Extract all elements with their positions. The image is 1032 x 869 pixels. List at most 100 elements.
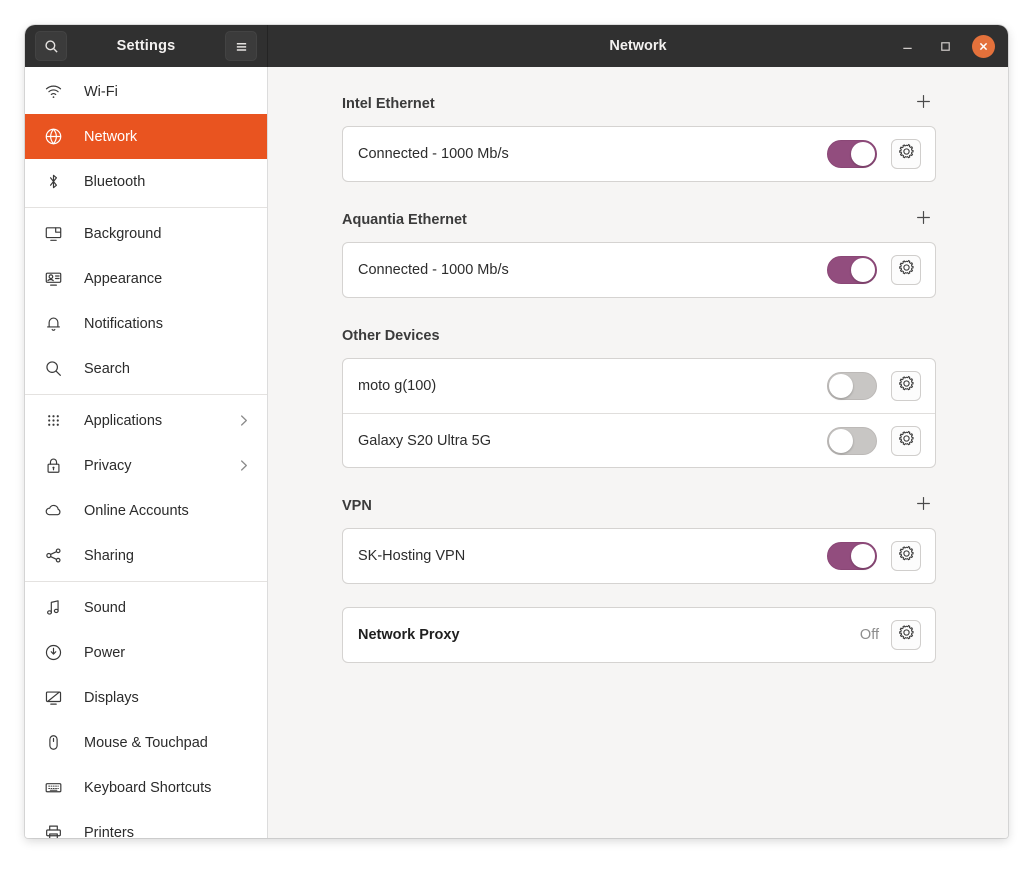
search-icon [42,358,64,380]
grid-dots-icon [42,410,64,432]
row-label: moto g(100) [358,378,437,394]
search-button[interactable] [35,31,67,61]
appearance-icon [42,268,64,290]
section-title: Intel Ethernet [342,96,435,112]
printer-icon [42,822,64,838]
connection-toggle[interactable] [827,426,877,455]
settings-gear-button[interactable] [891,620,921,650]
sidebar-item-sharing[interactable]: Sharing [25,533,267,578]
sidebar-item-label: Privacy [84,457,132,474]
sidebar-item-label: Network [84,128,138,145]
search-icon [44,39,58,53]
section-card-aquantia-ethernet: Connected - 1000 Mb/s [342,242,936,298]
connection-toggle[interactable] [827,372,877,400]
gear-icon [898,624,915,646]
toggle-knob [851,258,875,282]
gear-icon [898,430,915,452]
wifi-icon [42,81,64,103]
sidebar-item-notifications[interactable]: Notifications [25,301,267,346]
sidebar-item-applications[interactable]: Applications [25,398,267,443]
sidebar-separator [25,394,267,395]
sidebar-item-wi-fi[interactable]: Wi-Fi [25,69,267,114]
sidebar-item-sound[interactable]: Sound [25,585,267,630]
plus-icon [915,209,932,231]
bluetooth-icon [42,171,64,193]
sidebar-item-appearance[interactable]: Appearance [25,256,267,301]
toggle-knob [829,374,853,398]
settings-gear-button[interactable] [891,255,921,285]
section-card-vpn: SK-Hosting VPN [342,528,936,584]
mouse-icon [42,732,64,754]
section-card-intel-ethernet: Connected - 1000 Mb/s [342,126,936,182]
sidebar-item-keyboard-shortcuts[interactable]: Keyboard Shortcuts [25,765,267,810]
row-label: Connected - 1000 Mb/s [358,262,509,278]
sidebar-item-label: Keyboard Shortcuts [84,779,212,796]
sidebar-item-bluetooth[interactable]: Bluetooth [25,159,267,204]
sidebar-item-power[interactable]: Power [25,630,267,675]
settings-gear-button[interactable] [891,371,921,401]
table-row: Connected - 1000 Mb/s [343,127,935,181]
close-icon [979,42,988,50]
plus-icon [915,93,932,115]
sidebar-item-label: Sound [84,599,126,616]
settings-sidebar: Wi-Fi Network Bluetooth Background Appearanc… [25,67,268,838]
section-header-vpn: VPN [342,491,936,521]
content-header: Network [268,25,1008,67]
sidebar-item-label: Search [84,360,130,377]
sidebar-item-displays[interactable]: Displays [25,675,267,720]
gear-icon [898,375,915,397]
window-body: Wi-Fi Network Bluetooth Background Appearanc… [25,67,1008,838]
row-label: Connected - 1000 Mb/s [358,146,509,162]
sidebar-item-label: Online Accounts [84,502,189,519]
sidebar-item-label: Applications [84,412,163,429]
connection-toggle[interactable] [827,140,877,168]
table-row: moto g(100) [343,359,935,413]
sidebar-separator [25,207,267,208]
sidebar-separator [25,581,267,582]
table-row: SK-Hosting VPN [343,529,935,583]
row-label: Galaxy S20 Ultra 5G [358,432,491,449]
sidebar-item-label: Displays [84,689,139,706]
sidebar-item-search[interactable]: Search [25,346,267,391]
cloud-icon [42,500,64,522]
status-badge: Off [859,627,879,643]
sidebar-item-online-accounts[interactable]: Online Accounts [25,488,267,533]
settings-window: Settings Network Wi-Fi Network Bluetooth… [25,25,1008,838]
settings-gear-button[interactable] [891,425,921,456]
section-header-other-devices: Other Devices [342,321,936,351]
gear-icon [898,545,915,567]
add-connection-button-aquantia-ethernet[interactable] [910,207,936,233]
table-row: Network Proxy Off [343,608,935,662]
share-icon [42,545,64,567]
connection-toggle[interactable] [827,542,877,570]
section-card-network-proxy: Network Proxy Off [342,607,936,663]
section-title: Other Devices [342,328,440,344]
sidebar-item-label: Printers [84,824,134,839]
sidebar-item-label: Bluetooth [84,173,146,190]
maximize-button[interactable] [934,35,956,57]
settings-gear-button[interactable] [891,541,921,571]
add-connection-button-vpn[interactable] [910,493,936,519]
gear-icon [898,259,915,281]
settings-gear-button[interactable] [891,139,921,169]
row-label: Network Proxy [358,627,460,643]
add-connection-button-intel-ethernet[interactable] [910,91,936,117]
sidebar-item-mouse-touchpad[interactable]: Mouse & Touchpad [25,720,267,765]
toggle-knob [829,428,853,453]
table-row: Connected - 1000 Mb/s [343,243,935,297]
sidebar-item-label: Appearance [84,270,163,287]
sidebar-item-printers[interactable]: Printers [25,810,267,838]
sidebar-item-background[interactable]: Background [25,211,267,256]
main-menu-button[interactable] [225,31,257,61]
section-title: Aquantia Ethernet [342,212,467,228]
close-button[interactable] [972,34,995,58]
sidebar-item-network[interactable]: Network [25,114,267,159]
minimize-button[interactable] [896,35,918,57]
sidebar-item-privacy[interactable]: Privacy [25,443,267,488]
lock-icon [42,455,64,477]
chevron-right-icon [236,458,251,473]
plus-icon [915,495,932,517]
maximize-icon [940,41,950,51]
section-card-other-devices: moto g(100) Galaxy S20 Ultra 5G [342,358,936,468]
connection-toggle[interactable] [827,256,877,284]
